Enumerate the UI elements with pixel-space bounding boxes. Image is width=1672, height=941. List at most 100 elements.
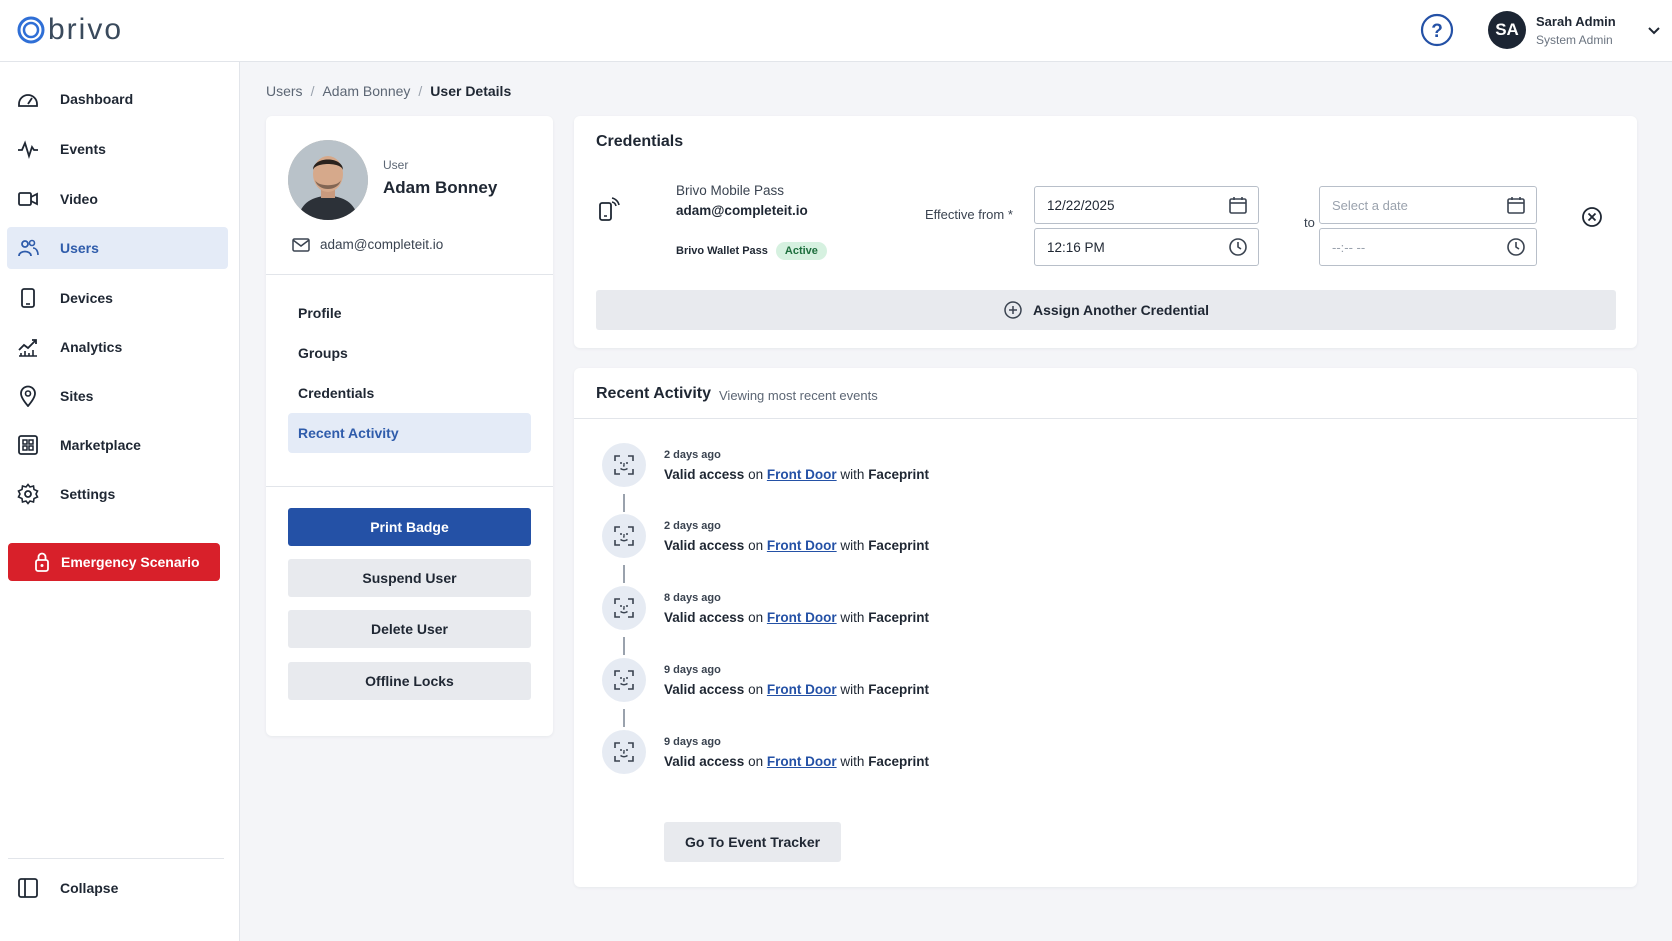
credentials-title: Credentials: [596, 133, 684, 150]
timeline-connector: [623, 494, 625, 512]
user-label: User: [383, 158, 409, 172]
event-on: on: [748, 538, 764, 553]
remove-credential-icon[interactable]: [1581, 206, 1603, 228]
assign-credential-button[interactable]: Assign Another Credential: [596, 290, 1616, 330]
plus-circle-icon: [1004, 301, 1022, 319]
mail-icon: [292, 237, 310, 252]
card-divider: [266, 486, 553, 487]
faceprint-icon: [602, 443, 646, 487]
event-time: 8 days ago: [664, 592, 721, 604]
event-on: on: [748, 610, 764, 625]
activity-subtitle: Viewing most recent events: [719, 388, 878, 403]
event-method: Faceprint: [868, 467, 929, 482]
sidebar-item-label: Dashboard: [60, 91, 134, 107]
sidebar-item-label: Video: [60, 191, 98, 207]
event-text: Valid access on Front Door with Faceprin…: [664, 538, 929, 553]
print-badge-button[interactable]: Print Badge: [288, 508, 531, 546]
sidebar-item-sites[interactable]: Sites: [7, 375, 228, 417]
tab-credentials[interactable]: Credentials: [288, 373, 531, 413]
sidebar-item-users[interactable]: Users: [7, 227, 228, 269]
user-name: Sarah Admin: [1536, 13, 1616, 29]
event-tracker-button[interactable]: Go To Event Tracker: [664, 822, 841, 862]
event-result: Valid access: [664, 467, 745, 482]
clock-icon[interactable]: [1506, 237, 1526, 257]
calendar-icon[interactable]: [1506, 195, 1526, 215]
tab-profile[interactable]: Profile: [288, 293, 531, 333]
from-date-value: 12/22/2025: [1047, 197, 1115, 213]
offline-locks-button[interactable]: Offline Locks: [288, 662, 531, 700]
wallet-pass-row: Brivo Wallet Pass Active: [676, 242, 827, 260]
collapse-icon: [18, 878, 38, 898]
sidebar-divider: [8, 858, 224, 859]
breadcrumb-user[interactable]: Adam Bonney: [322, 83, 410, 99]
sidebar-item-label: Events: [60, 141, 106, 157]
event-with: with: [840, 610, 865, 625]
sidebar-item-devices[interactable]: Devices: [7, 277, 228, 319]
video-icon: [18, 192, 38, 206]
to-time-placeholder: --:-- --: [1332, 239, 1366, 255]
from-date-field[interactable]: 12/22/2025: [1034, 186, 1259, 224]
event-time: 9 days ago: [664, 664, 721, 676]
from-time-field[interactable]: 12:16 PM: [1034, 228, 1259, 266]
to-time-field[interactable]: --:-- --: [1319, 228, 1537, 266]
sidebar-item-label: Marketplace: [60, 437, 141, 453]
effective-from-label: Effective from *: [925, 207, 1013, 222]
recent-activity-card: Recent Activity Viewing most recent even…: [574, 368, 1637, 887]
event-time: 2 days ago: [664, 449, 721, 461]
event-method: Faceprint: [868, 754, 929, 769]
calendar-icon[interactable]: [1228, 195, 1248, 215]
user-menu[interactable]: SA Sarah Admin System Admin: [1488, 10, 1668, 50]
emergency-scenario-button[interactable]: Emergency Scenario: [8, 543, 220, 581]
breadcrumb-separator: /: [310, 83, 315, 99]
sidebar-item-label: Settings: [60, 486, 116, 502]
tab-recent-activity[interactable]: Recent Activity: [288, 413, 531, 453]
door-link[interactable]: Front Door: [767, 610, 837, 625]
breadcrumb-separator: /: [418, 83, 423, 99]
clock-icon[interactable]: [1228, 237, 1248, 257]
faceprint-icon: [602, 586, 646, 630]
help-icon: ?: [1420, 13, 1454, 47]
event-result: Valid access: [664, 538, 745, 553]
event-method: Faceprint: [868, 610, 929, 625]
sidebar-item-marketplace[interactable]: Marketplace: [7, 424, 228, 466]
brivo-logo[interactable]: brivo: [16, 12, 123, 48]
avatar: SA: [1488, 11, 1526, 49]
help-button[interactable]: ?: [1420, 13, 1454, 47]
credential-email: adam@completeit.io: [676, 203, 808, 218]
sidebar-item-settings[interactable]: Settings: [7, 473, 228, 515]
faceprint-icon: [602, 730, 646, 774]
tab-groups[interactable]: Groups: [288, 333, 531, 373]
brivo-logo-icon: [17, 16, 45, 44]
event-with: with: [840, 682, 865, 697]
door-link[interactable]: Front Door: [767, 754, 837, 769]
to-date-field[interactable]: Select a date: [1319, 186, 1537, 224]
timeline-connector: [623, 637, 625, 655]
faceprint-icon: [602, 658, 646, 702]
list-item: 9 days ago Valid access on Front Door wi…: [602, 658, 1502, 706]
chevron-down-icon[interactable]: [1646, 22, 1662, 38]
suspend-user-button[interactable]: Suspend User: [288, 559, 531, 597]
wallet-pass-label: Brivo Wallet Pass: [676, 245, 768, 257]
timeline-connector: [623, 565, 625, 583]
sites-icon: [20, 385, 36, 407]
event-time: 2 days ago: [664, 520, 721, 532]
event-text: Valid access on Front Door with Faceprin…: [664, 467, 929, 482]
svg-text:?: ?: [1431, 21, 1443, 42]
sidebar-item-video[interactable]: Video: [7, 178, 228, 220]
event-on: on: [748, 682, 764, 697]
delete-user-button[interactable]: Delete User: [288, 610, 531, 648]
user-email: adam@completeit.io: [320, 237, 444, 252]
door-link[interactable]: Front Door: [767, 682, 837, 697]
events-icon: [18, 140, 38, 159]
door-link[interactable]: Front Door: [767, 538, 837, 553]
collapse-button[interactable]: Collapse: [7, 867, 228, 909]
activity-header: Recent Activity Viewing most recent even…: [574, 368, 1637, 419]
event-on: on: [748, 754, 764, 769]
sidebar-item-dashboard[interactable]: Dashboard: [7, 78, 228, 120]
breadcrumb-users[interactable]: Users: [266, 83, 303, 99]
sidebar-item-analytics[interactable]: Analytics: [7, 326, 228, 368]
sidebar-item-label: Users: [60, 240, 99, 256]
breadcrumb-current: User Details: [430, 83, 512, 99]
door-link[interactable]: Front Door: [767, 467, 837, 482]
sidebar-item-events[interactable]: Events: [7, 128, 228, 170]
